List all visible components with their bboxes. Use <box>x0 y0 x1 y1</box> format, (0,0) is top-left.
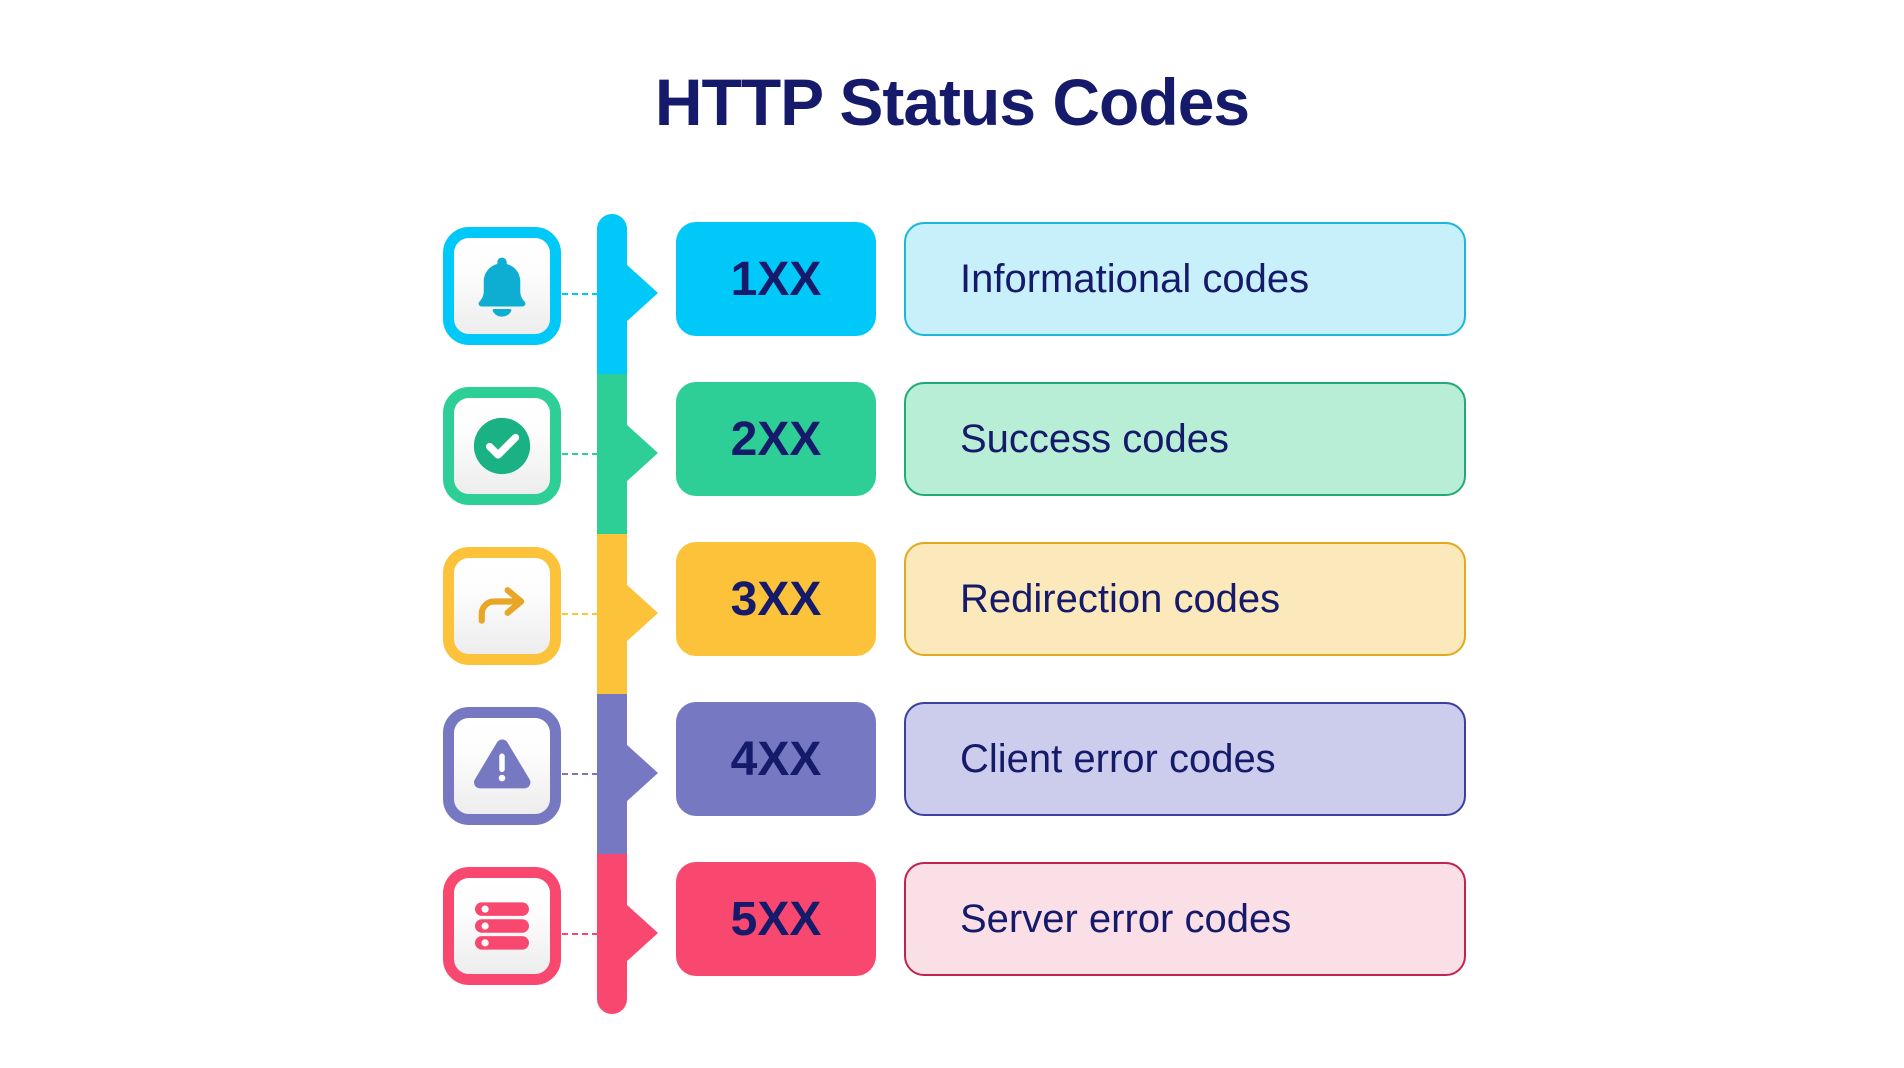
spine-pointer-3xx <box>626 584 658 642</box>
status-row-4xx: 4XX Client error codes <box>0 694 1904 854</box>
description-label: Server error codes <box>960 896 1292 941</box>
code-badge[interactable]: 1XX <box>676 222 876 336</box>
description-pill[interactable]: Redirection codes <box>904 542 1466 656</box>
code-badge-label: 1XX <box>730 252 822 306</box>
icon-box-5xx <box>443 867 561 985</box>
spine-pointer-2xx <box>626 424 658 482</box>
server-stack-icon <box>466 890 538 962</box>
dashed-connector <box>562 773 598 775</box>
description-pill[interactable]: Client error codes <box>904 702 1466 816</box>
status-code-diagram: 1XX Informational codes 2XX Success codes 3X… <box>0 0 1904 1068</box>
description-label: Informational codes <box>960 256 1310 301</box>
description-pill[interactable]: Server error codes <box>904 862 1466 976</box>
description-pill[interactable]: Informational codes <box>904 222 1466 336</box>
code-badge-label: 5XX <box>730 892 822 946</box>
description-pill[interactable]: Success codes <box>904 382 1466 496</box>
code-badge[interactable]: 2XX <box>676 382 876 496</box>
dashed-connector <box>562 453 598 455</box>
code-badge-label: 2XX <box>730 412 822 466</box>
infographic-canvas: HTTP Status Codes 1XX Informational codes… <box>0 0 1904 1068</box>
description-label: Client error codes <box>960 736 1276 781</box>
spine-pointer-1xx <box>626 264 658 322</box>
status-row-5xx: 5XX Server error codes <box>0 854 1904 1014</box>
icon-box-4xx <box>443 707 561 825</box>
icon-box-3xx <box>443 547 561 665</box>
dashed-connector <box>562 613 598 615</box>
status-row-1xx: 1XX Informational codes <box>0 214 1904 374</box>
status-row-2xx: 2XX Success codes <box>0 374 1904 534</box>
dashed-connector <box>562 933 598 935</box>
status-row-3xx: 3XX Redirection codes <box>0 534 1904 694</box>
description-label: Success codes <box>960 416 1230 461</box>
code-badge[interactable]: 4XX <box>676 702 876 816</box>
check-circle-icon <box>466 410 538 482</box>
dashed-connector <box>562 293 598 295</box>
spine-pointer-5xx <box>626 904 658 962</box>
code-badge-label: 4XX <box>730 732 822 786</box>
spine-pointer-4xx <box>626 744 658 802</box>
code-badge-label: 3XX <box>730 572 822 626</box>
description-label: Redirection codes <box>960 576 1281 621</box>
code-badge[interactable]: 5XX <box>676 862 876 976</box>
warning-triangle-icon <box>467 731 537 801</box>
code-badge[interactable]: 3XX <box>676 542 876 656</box>
icon-box-2xx <box>443 387 561 505</box>
redirect-arrow-icon <box>466 570 538 642</box>
icon-box-1xx <box>443 227 561 345</box>
bell-icon <box>467 251 537 321</box>
